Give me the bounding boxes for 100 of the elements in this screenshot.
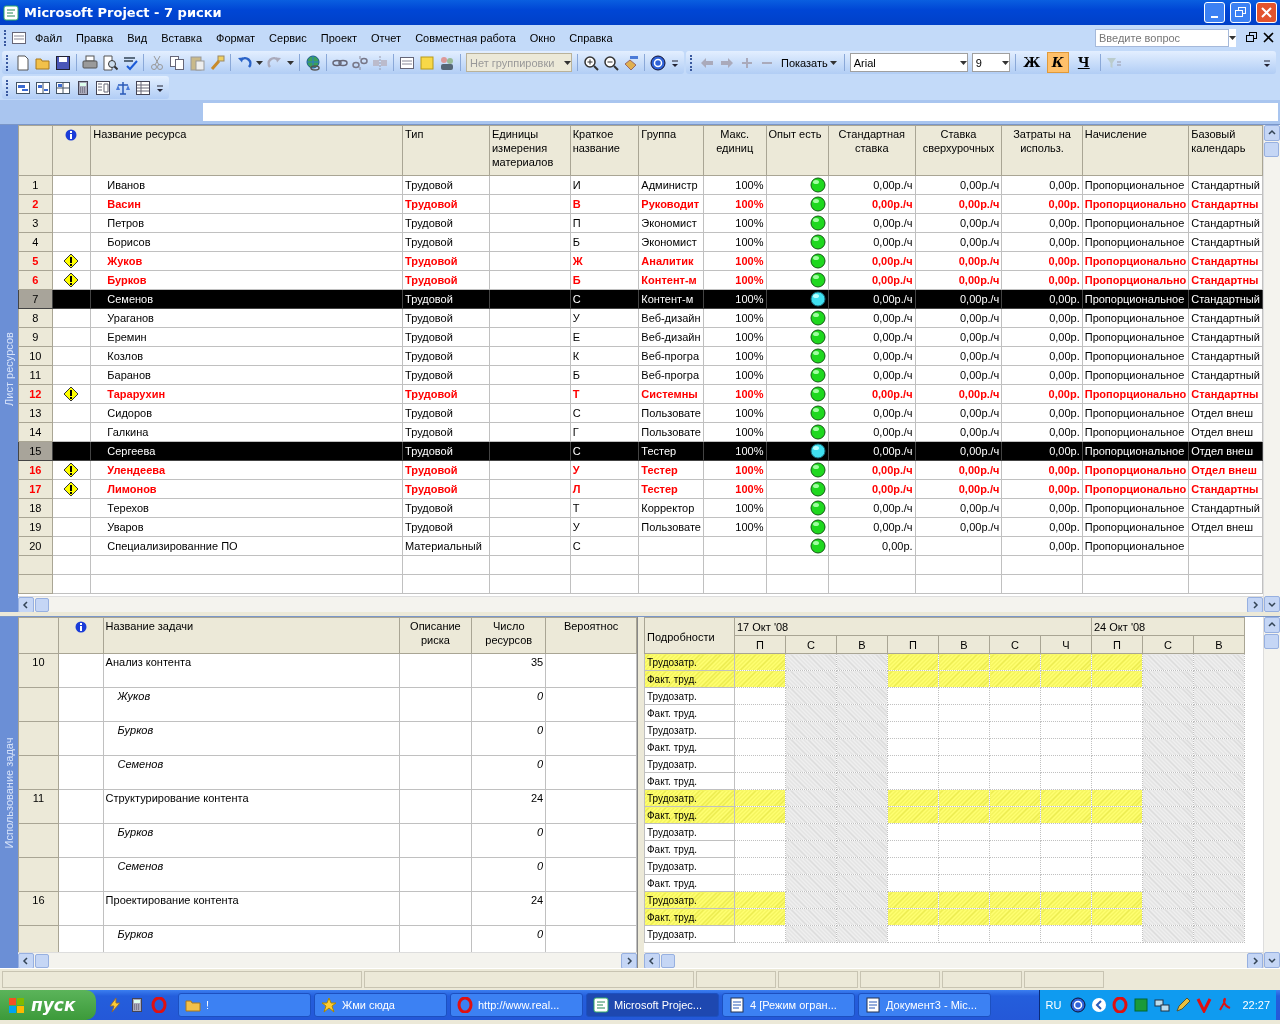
column-header[interactable]: Краткое название bbox=[570, 125, 639, 176]
people-icon[interactable] bbox=[439, 54, 455, 71]
table-row[interactable]: 16 Улендеева Трудовой У Тестер 100% 0,00р./ч 0,00р./ч 0,00р. Пропорционально Отдел внеш bbox=[18, 460, 1263, 480]
help-icon[interactable] bbox=[650, 54, 666, 71]
network-icon[interactable] bbox=[1154, 997, 1171, 1013]
column-header[interactable]: Начисление bbox=[1082, 125, 1189, 176]
calculator-icon[interactable] bbox=[129, 997, 145, 1013]
column-header[interactable]: Тип bbox=[402, 125, 490, 176]
scroll-left-button[interactable] bbox=[644, 952, 660, 969]
pencil-icon[interactable] bbox=[1175, 997, 1192, 1013]
column-header[interactable]: Единицы измерения материалов bbox=[489, 125, 571, 176]
gantt-grid-icon[interactable] bbox=[55, 79, 71, 96]
taskbar-button[interactable]: Microsoft Projec... bbox=[586, 993, 719, 1017]
table-row[interactable]: 6 Бурков Трудовой Б Контент-м 100% 0,00р./ч 0,00р./ч 0,00р. Пропорционально Стандартны bbox=[18, 270, 1263, 290]
column-header[interactable]: Базовый календарь bbox=[1188, 125, 1263, 176]
column-header[interactable]: Стандартная ставка bbox=[828, 125, 916, 176]
lightning-icon[interactable] bbox=[107, 997, 123, 1013]
menu-item[interactable]: Совместная работа bbox=[409, 29, 522, 46]
column-header[interactable]: Опыт есть bbox=[766, 125, 829, 176]
taskbar-button[interactable]: 4 [Режим огран... bbox=[722, 993, 855, 1017]
table-row[interactable]: 8 Ураганов Трудовой У Веб-дизайн 100% 0,00р./ч 0,00р./ч 0,00р. Пропорциональное Стандартный bbox=[18, 308, 1263, 328]
table-row[interactable]: 4 Борисов Трудовой Б Экономист 100% 0,00р./ч 0,00р./ч 0,00р. Пропорциональное Стандартный bbox=[18, 232, 1263, 252]
printer-icon[interactable] bbox=[82, 54, 98, 71]
menu-item[interactable]: Отчет bbox=[365, 29, 408, 46]
table-grid-icon[interactable] bbox=[135, 79, 151, 96]
scroll-down-button[interactable] bbox=[1264, 596, 1280, 612]
gantt-split-icon[interactable] bbox=[35, 79, 51, 96]
table-row[interactable]: 18 Терехов Трудовой Т Корректор 100% 0,00р./ч 0,00р./ч 0,00р. Пропорциональное Стандартный bbox=[18, 498, 1263, 518]
column-header[interactable] bbox=[52, 125, 91, 176]
scroll-right-button[interactable] bbox=[621, 952, 637, 969]
table-row[interactable]: 14 Галкина Трудовой Г Пользовате 100% 0,00р./ч 0,00р./ч 0,00р. Пропорциональное Отдел внеш bbox=[18, 422, 1263, 442]
font-size-field[interactable]: 9 bbox=[971, 53, 1010, 72]
zoom-out-icon[interactable] bbox=[603, 54, 619, 71]
table-row[interactable]: 1 Иванов Трудовой И Администр 100% 0,00р./ч 0,00р./ч 0,00р. Пропорциональное Стандартный bbox=[18, 175, 1263, 195]
column-header[interactable]: Описание риска bbox=[399, 617, 472, 654]
column-header[interactable]: Группа bbox=[638, 125, 704, 176]
copy-icon[interactable] bbox=[169, 54, 185, 71]
menu-item[interactable]: Окно bbox=[523, 29, 562, 46]
entry-field[interactable] bbox=[203, 103, 1278, 121]
menu-item[interactable]: Справка bbox=[563, 29, 619, 46]
scroll-thumb[interactable] bbox=[35, 597, 49, 612]
row-number[interactable]: 16 bbox=[18, 891, 59, 926]
taskbar-button[interactable]: Жми сюда bbox=[314, 993, 447, 1017]
column-header[interactable]: Подробности bbox=[644, 617, 735, 654]
column-header[interactable]: Макс. единиц bbox=[703, 125, 766, 176]
column-header[interactable]: Название ресурса bbox=[90, 125, 403, 176]
table-row[interactable]: 10 Козлов Трудовой К Веб-програ 100% 0,00р./ч 0,00р./ч 0,00р. Пропорциональное Стандартный bbox=[18, 346, 1263, 366]
scroll-up-button[interactable] bbox=[1264, 617, 1280, 633]
table-row[interactable]: 11 Баранов Трудовой Б Веб-програ 100% 0,00р./ч 0,00р./ч 0,00р. Пропорциональное Стандартный bbox=[18, 365, 1263, 385]
save-icon[interactable] bbox=[55, 54, 71, 71]
column-header[interactable] bbox=[58, 617, 104, 654]
scroll-right-button[interactable] bbox=[1247, 596, 1263, 613]
italic-button[interactable]: К bbox=[1046, 52, 1069, 73]
balance-scale-icon[interactable] bbox=[115, 79, 131, 96]
zoom-in-icon[interactable] bbox=[583, 54, 599, 71]
column-header[interactable]: Число ресурсов bbox=[471, 617, 546, 654]
calculator-icon[interactable] bbox=[75, 79, 91, 96]
taskbar-button[interactable]: http://www.real... bbox=[450, 993, 583, 1017]
taskbar-button[interactable]: ! bbox=[178, 993, 311, 1017]
caret-icon[interactable] bbox=[287, 60, 294, 65]
corner-cell[interactable] bbox=[18, 617, 59, 654]
scroll-up-button[interactable] bbox=[1264, 125, 1280, 141]
menu-item[interactable]: Проект bbox=[314, 29, 363, 46]
font-field[interactable]: Arial bbox=[849, 53, 968, 72]
task-information-icon[interactable] bbox=[399, 54, 415, 71]
scroll-left-button[interactable] bbox=[18, 596, 34, 613]
row-number[interactable]: 10 bbox=[18, 653, 59, 688]
table-row[interactable]: 5 Жуков Трудовой Ж Аналитик 100% 0,00р./ч 0,00р./ч 0,00р. Пропорционально Стандартны bbox=[18, 251, 1263, 271]
underline-button[interactable]: Ч bbox=[1072, 52, 1095, 73]
caret-icon[interactable] bbox=[256, 60, 263, 65]
show-button[interactable]: Показать bbox=[779, 56, 839, 69]
restore-window-icon[interactable] bbox=[1244, 30, 1259, 45]
scroll-right-button[interactable] bbox=[1247, 952, 1263, 969]
taskbar-button[interactable]: Документ3 - Mic... bbox=[858, 993, 991, 1017]
format-brush-icon[interactable] bbox=[209, 54, 225, 71]
form-icon[interactable] bbox=[95, 79, 111, 96]
new-document-icon[interactable] bbox=[15, 54, 31, 71]
table-row[interactable]: 20 Специализированние ПО Материальный С 0,00р. 0,00р. Пропорциональное bbox=[18, 536, 1263, 556]
scroll-thumb[interactable] bbox=[35, 953, 49, 968]
menu-item[interactable]: Вставка bbox=[155, 29, 208, 46]
column-header[interactable]: Название задачи bbox=[103, 617, 399, 654]
table-row[interactable]: 13 Сидоров Трудовой С Пользовате 100% 0,00р./ч 0,00р./ч 0,00р. Пропорциональное Отдел внеш bbox=[18, 403, 1263, 423]
table-row[interactable]: 2 Васин Трудовой В Руководит 100% 0,00р./ч 0,00р./ч 0,00р. Пропорционально Стандартны bbox=[18, 194, 1263, 214]
help-search-field[interactable]: Введите вопрос bbox=[1095, 28, 1229, 47]
scroll-thumb[interactable] bbox=[1264, 142, 1279, 157]
menu-item[interactable]: Файл bbox=[29, 29, 69, 46]
gantt-bars-icon[interactable] bbox=[15, 79, 31, 96]
menu-item[interactable]: Вид bbox=[121, 29, 154, 46]
table-row[interactable]: 17 Лимонов Трудовой Л Тестер 100% 0,00р./ч 0,00р./ч 0,00р. Пропорционально Стандартны bbox=[18, 479, 1263, 499]
scroll-left-button[interactable] bbox=[18, 952, 34, 969]
globe-link-icon[interactable] bbox=[305, 54, 321, 71]
column-header[interactable]: Вероятнос bbox=[545, 617, 637, 654]
table-row[interactable]: 9 Еремин Трудовой Е Веб-дизайн 100% 0,00р./ч 0,00р./ч 0,00р. Пропорциональное Стандартный bbox=[18, 327, 1263, 347]
corner-cell[interactable] bbox=[18, 125, 53, 176]
print-preview-icon[interactable] bbox=[102, 54, 118, 71]
column-header[interactable]: Ставка сверхурочных bbox=[915, 125, 1002, 176]
unlink-icon[interactable] bbox=[352, 54, 368, 71]
menu-item[interactable]: Формат bbox=[210, 29, 262, 46]
help-icon[interactable] bbox=[1070, 997, 1087, 1013]
column-header[interactable]: Затраты на использ. bbox=[1001, 125, 1083, 176]
